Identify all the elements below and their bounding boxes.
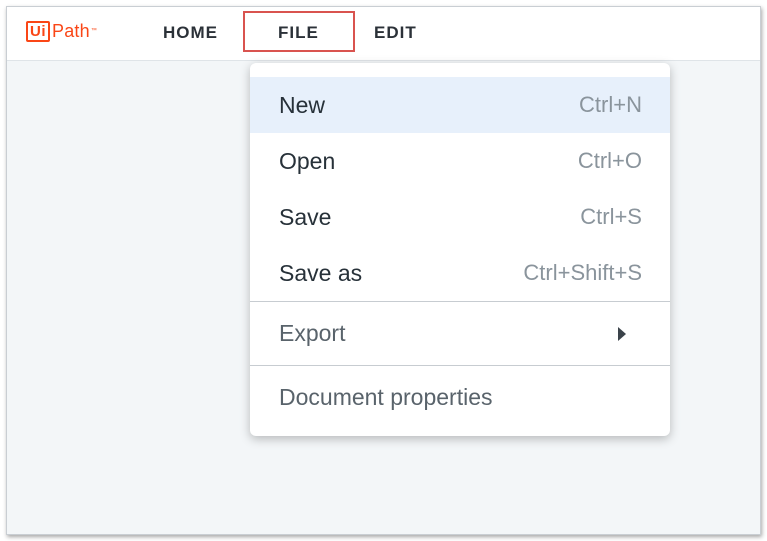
app-window: Ui Path ™ HOME FILE EDIT New Ctrl+N Open…: [6, 6, 761, 535]
menu-item-label: Open: [279, 147, 336, 174]
menu-item-shortcut: Ctrl+S: [580, 204, 642, 229]
menu-item-document-properties[interactable]: Document properties: [250, 366, 670, 428]
menu-item-new[interactable]: New Ctrl+N: [250, 77, 670, 133]
menu-item-label: Save: [279, 203, 332, 230]
file-dropdown-menu: New Ctrl+N Open Ctrl+O Save Ctrl+S Save …: [250, 63, 670, 436]
menu-item-save-as[interactable]: Save as Ctrl+Shift+S: [250, 245, 670, 301]
menu-item-shortcut: Ctrl+Shift+S: [523, 260, 642, 285]
menu-item-shortcut: Ctrl+O: [577, 148, 642, 173]
logo-text: Path: [52, 20, 90, 41]
menu-item-label: New: [279, 91, 326, 118]
chevron-right-icon: [618, 326, 626, 341]
menu-item-open[interactable]: Open Ctrl+O: [250, 133, 670, 189]
logo-trademark: ™: [90, 28, 97, 34]
menu-item-label: Document properties: [279, 383, 493, 410]
uipath-logo[interactable]: Ui Path ™: [26, 19, 97, 43]
nav-edit[interactable]: EDIT: [374, 23, 417, 43]
top-navigation-bar: Ui Path ™ HOME FILE EDIT: [7, 7, 760, 61]
menu-item-label: Export: [279, 320, 346, 346]
nav-file[interactable]: FILE: [278, 23, 319, 43]
logo-box-text: Ui: [26, 20, 50, 42]
menu-item-shortcut: Ctrl+N: [579, 92, 642, 117]
menu-item-label: Save as: [279, 259, 363, 286]
nav-home[interactable]: HOME: [163, 23, 218, 43]
menu-item-export[interactable]: Export: [250, 302, 670, 365]
menu-item-save[interactable]: Save Ctrl+S: [250, 189, 670, 245]
